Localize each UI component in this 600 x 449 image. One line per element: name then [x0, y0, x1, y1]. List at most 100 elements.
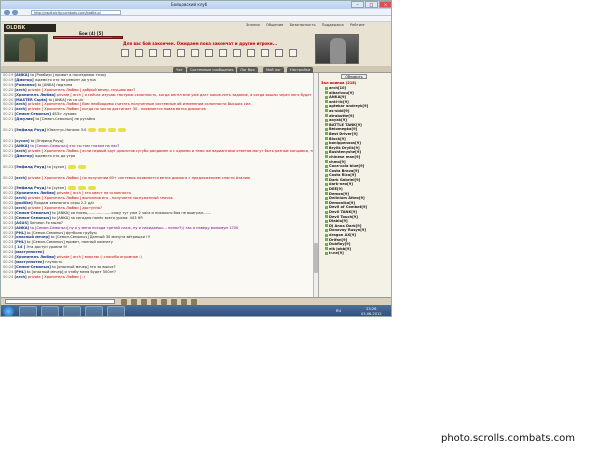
slot[interactable] — [121, 49, 129, 57]
forward-button[interactable] — [12, 10, 18, 15]
message-nick[interactable]: [ 14 ] — [15, 245, 26, 249]
clan-icon — [325, 100, 328, 104]
player-avatar[interactable] — [4, 34, 48, 62]
clan-icon — [325, 247, 328, 251]
refresh-button[interactable]: Обновить — [341, 74, 367, 79]
slot[interactable] — [261, 49, 269, 57]
message-nick[interactable]: [arch] — [15, 88, 27, 92]
message-nick[interactable]: [Ромолюс] — [15, 83, 37, 87]
message-nick[interactable]: [Хронителъ Любви] — [15, 93, 56, 97]
nav-support[interactable]: Поддержка — [322, 23, 344, 27]
message-nick[interactable]: [arch] — [15, 107, 27, 111]
message-nick[interactable]: [Джулия] — [15, 117, 35, 121]
url-input[interactable]: http://capitalcity.combats.com/battle.pl — [31, 10, 121, 15]
message-nick[interactable]: [Семон-Семоныч] — [15, 216, 51, 220]
message-time: 00:24 — [3, 269, 14, 274]
message-nick[interactable]: [Хронителъ Любви] — [15, 255, 56, 259]
taskbar-app[interactable] — [41, 306, 59, 316]
slot[interactable] — [205, 49, 213, 57]
message-nick[interactable]: [хусон] — [15, 139, 30, 143]
online-user-name: Belomegka[9] — [329, 127, 358, 132]
message-text: to [Семон-Семоныч] привет, полный комнат… — [26, 240, 113, 245]
chat-scrollbar[interactable] — [313, 73, 318, 297]
nav-knowledge[interactable]: Знания — [246, 23, 260, 27]
online-user-name: Block[9] — [329, 136, 346, 141]
message-nick[interactable]: [PHL] — [15, 270, 26, 274]
smiley-icon — [98, 128, 107, 133]
message-nick[interactable]: [arch] — [15, 206, 27, 210]
maximize-button[interactable]: □ — [365, 1, 378, 8]
minimize-button[interactable]: – — [351, 1, 364, 8]
message-nick[interactable]: [Семон-Семоныч] — [15, 112, 51, 116]
close-button[interactable]: × — [379, 1, 391, 8]
online-user-name: Dellnium Alteo[9] — [329, 196, 365, 201]
taskbar-app[interactable] — [85, 306, 103, 316]
chat-log[interactable]: 00:19 [ANKA] to [Ромбиус] приват в после… — [1, 73, 319, 297]
back-button[interactable] — [4, 10, 10, 15]
online-user[interactable]: Ir.ne[9] — [325, 251, 391, 256]
message-text: private [ Хронителъ Любви ] добрый вечер… — [27, 87, 136, 92]
opponent-avatar[interactable] — [315, 34, 359, 64]
message-nick[interactable]: [MASTER Capta] — [15, 98, 48, 102]
slot[interactable] — [163, 49, 171, 57]
message-text: Ювентус-Наполи 3:0 — [47, 128, 87, 133]
nav-security[interactable]: Безопасность — [290, 23, 316, 27]
message-time: 00:23 — [3, 220, 14, 225]
slot[interactable] — [219, 49, 227, 57]
slot[interactable] — [247, 49, 255, 57]
slot[interactable] — [191, 49, 199, 57]
scroll-thumb[interactable] — [314, 243, 318, 273]
message-nick[interactable]: [Энфилд Роуд] — [15, 186, 47, 190]
game-logo[interactable]: OLDBK — [4, 24, 56, 32]
slot[interactable] — [177, 49, 185, 57]
slot[interactable] — [233, 49, 241, 57]
clan-icon — [325, 91, 328, 95]
taskbar-clock[interactable]: 23:26 03.06.2012 — [361, 307, 382, 316]
message-text: Эта доступ уровни 9! — [26, 245, 68, 250]
message-nick[interactable]: [опасный мечер] — [15, 235, 50, 239]
message-nick[interactable]: [arch] — [15, 176, 27, 180]
message-nick[interactable]: [arch] — [15, 275, 27, 279]
message-nick[interactable]: [Семон-Семоныч] — [15, 265, 51, 269]
clan-icon — [325, 164, 328, 168]
slot[interactable] — [149, 49, 157, 57]
nav-rating[interactable]: Рейтинг — [350, 23, 365, 27]
message-time: 00:22 — [3, 196, 14, 201]
message-nick[interactable]: [godlike] — [15, 201, 33, 205]
message-nick[interactable]: [ANKA] — [15, 144, 30, 148]
message-nick[interactable]: [Дмитор] — [15, 154, 34, 158]
slot[interactable] — [289, 49, 297, 57]
clan-icon — [325, 187, 328, 191]
message-nick[interactable]: [Семон-Семоныч] — [15, 211, 51, 215]
language-indicator[interactable]: RU — [336, 309, 341, 313]
message-nick[interactable]: [Хронителъ Любви] — [15, 191, 56, 195]
clan-icon — [325, 233, 328, 237]
message-text: to [ANKA] за сегодня нанёс всего урона: … — [52, 215, 144, 220]
taskbar-app[interactable] — [63, 306, 81, 316]
message-nick[interactable]: [маступнотек] — [15, 250, 45, 254]
message-nick[interactable]: [Энфилд Роуд] — [15, 165, 47, 169]
message-text: to [Семон-Семоныч] Данный 30 минута вёгр… — [50, 235, 151, 240]
clan-icon — [325, 95, 328, 99]
slot[interactable] — [275, 49, 283, 57]
message-nick[interactable]: [ANKA] — [15, 226, 30, 230]
message-nick[interactable]: [arch] — [15, 196, 27, 200]
message-nick[interactable]: [Дмитор] — [15, 78, 34, 82]
taskbar-app[interactable] — [19, 306, 37, 316]
online-user-name: Costa Rica[9] — [329, 173, 356, 178]
slot[interactable] — [135, 49, 143, 57]
taskbar-app[interactable] — [107, 306, 125, 316]
message-nick[interactable]: [ASUS] — [15, 221, 29, 225]
message-nick[interactable]: [PHL] — [15, 231, 26, 235]
message-nick[interactable]: [маступнотек] — [15, 260, 45, 264]
nav-communication[interactable]: Общение — [266, 23, 284, 27]
message-nick[interactable]: [arch] — [15, 102, 27, 106]
message-nick[interactable]: [ANKA] — [15, 73, 30, 77]
chat-input[interactable] — [5, 299, 115, 304]
clan-icon — [325, 109, 328, 113]
start-button[interactable] — [3, 306, 14, 316]
online-user-name: dragon AX[9] — [329, 233, 356, 237]
message-nick[interactable]: [arch] — [15, 149, 27, 153]
message-nick[interactable]: [Энфилд Роуд] — [15, 128, 47, 132]
message-nick[interactable]: [PHL] — [15, 240, 26, 244]
